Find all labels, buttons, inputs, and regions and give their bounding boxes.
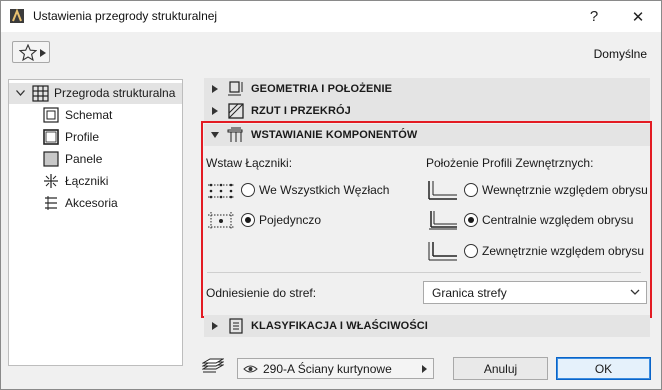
- joint-icon: [44, 174, 58, 188]
- radio-label: Wewnętrznie względem obrysu: [482, 183, 648, 197]
- geometry-icon: [228, 81, 243, 96]
- single-node-icon: [208, 212, 234, 230]
- section-components[interactable]: WSTAWIANIE KOMPONENTÓW: [204, 124, 650, 146]
- chevron-down-icon[interactable]: [16, 90, 25, 96]
- joints-label: Wstaw Łączniki:: [206, 156, 293, 170]
- section-plan-section[interactable]: RZUT I PRZEKRÓJ: [204, 100, 650, 122]
- tree-item-structural-wall[interactable]: Przegroda strukturalna: [9, 83, 182, 104]
- favorites-button[interactable]: [12, 41, 50, 63]
- section-classification[interactable]: KLASYFIKACJA I WŁAŚCIWOŚCI: [204, 315, 650, 337]
- layer-value: 290-A Ściany kurtynowe: [263, 361, 392, 376]
- radio-single[interactable]: Pojedynczo: [241, 213, 321, 227]
- tree-root-label: Przegroda strukturalna: [54, 86, 176, 100]
- zone-reference-label: Odniesienie do stref:: [206, 286, 317, 300]
- chevron-right-icon: [422, 365, 427, 373]
- profile-position-label: Położenie Profili Zewnętrznych:: [426, 156, 594, 170]
- chevron-right-icon: [40, 49, 46, 57]
- chevron-right-icon: [212, 85, 218, 93]
- radio-profile-center[interactable]: Centralnie względem obrysu: [464, 213, 633, 227]
- radio-label: Centralnie względem obrysu: [482, 213, 634, 227]
- section-geometry[interactable]: GEOMETRIA I POŁOŻENIE: [204, 78, 650, 100]
- tree-item-accessories[interactable]: Akcesoria: [43, 193, 118, 213]
- grid-icon: [32, 85, 49, 102]
- chevron-right-icon: [212, 107, 218, 115]
- all-nodes-icon: [208, 183, 234, 199]
- radio-button[interactable]: [464, 183, 478, 197]
- profile-outside-icon: [428, 242, 457, 261]
- layers-icon: [202, 358, 224, 373]
- tree-item-schema[interactable]: Schemat: [43, 105, 112, 125]
- profile-icon: [43, 129, 59, 145]
- tree-item-joints[interactable]: Łączniki: [43, 171, 108, 191]
- cancel-button[interactable]: Anuluj: [453, 357, 548, 380]
- tree-item-profiles[interactable]: Profile: [43, 127, 99, 147]
- profile-inside-icon: [428, 181, 457, 200]
- tree-item-panels[interactable]: Panele: [43, 149, 102, 169]
- section-title: WSTAWIANIE KOMPONENTÓW: [251, 129, 418, 141]
- chevron-down-icon: [630, 289, 640, 295]
- accessory-icon: [45, 196, 57, 210]
- zone-reference-value: Granica strefy: [432, 285, 507, 300]
- settings-dialog: Ustawienia przegrody strukturalnej ? ✕ D…: [0, 0, 662, 390]
- tree-item-label: Profile: [65, 130, 100, 144]
- radio-button[interactable]: [464, 213, 478, 227]
- schema-icon: [43, 107, 59, 123]
- radio-label: Zewnętrznie względem obrysu: [482, 244, 645, 258]
- section-title: KLASYFIKACJA I WŁAŚCIWOŚCI: [251, 320, 428, 332]
- ok-button[interactable]: OK: [556, 357, 651, 380]
- chevron-down-icon: [211, 132, 219, 138]
- settings-tree: Przegroda strukturalna Schemat Profile P…: [8, 79, 183, 366]
- eye-icon: [243, 365, 258, 372]
- help-button[interactable]: ?: [573, 1, 615, 32]
- radio-button[interactable]: [241, 213, 255, 227]
- component-insert-icon: [227, 127, 243, 142]
- app-icon: [10, 9, 24, 23]
- radio-button[interactable]: [464, 244, 478, 258]
- star-icon: [19, 44, 37, 61]
- close-button[interactable]: ✕: [617, 1, 659, 32]
- radio-all-nodes[interactable]: We Wszystkich Węzłach: [241, 183, 389, 197]
- radio-profile-outside[interactable]: Zewnętrznie względem obrysu: [464, 244, 644, 258]
- section-title: RZUT I PRZEKRÓJ: [251, 105, 351, 117]
- plan-section-icon: [228, 103, 244, 119]
- window-title: Ustawienia przegrody strukturalnej: [33, 9, 218, 23]
- radio-button[interactable]: [241, 183, 255, 197]
- title-bar: Ustawienia przegrody strukturalnej ? ✕: [1, 1, 661, 32]
- default-label: Domyślne: [593, 47, 647, 61]
- radio-profile-inside[interactable]: Wewnętrznie względem obrysu: [464, 183, 648, 197]
- profile-center-icon: [429, 211, 457, 230]
- panel-icon: [43, 151, 59, 167]
- section-title: GEOMETRIA I POŁOŻENIE: [251, 83, 393, 95]
- chevron-right-icon: [212, 322, 218, 330]
- radio-label: Pojedynczo: [259, 213, 322, 227]
- tree-item-label: Panele: [65, 152, 103, 166]
- tree-item-label: Akcesoria: [65, 196, 118, 210]
- layer-select[interactable]: 290-A Ściany kurtynowe: [237, 358, 434, 379]
- tree-item-label: Łączniki: [65, 174, 109, 188]
- divider: [207, 272, 641, 273]
- tree-item-label: Schemat: [65, 108, 113, 122]
- classification-icon: [229, 318, 243, 334]
- zone-reference-select[interactable]: Granica strefy: [423, 281, 647, 304]
- radio-label: We Wszystkich Węzłach: [259, 183, 390, 197]
